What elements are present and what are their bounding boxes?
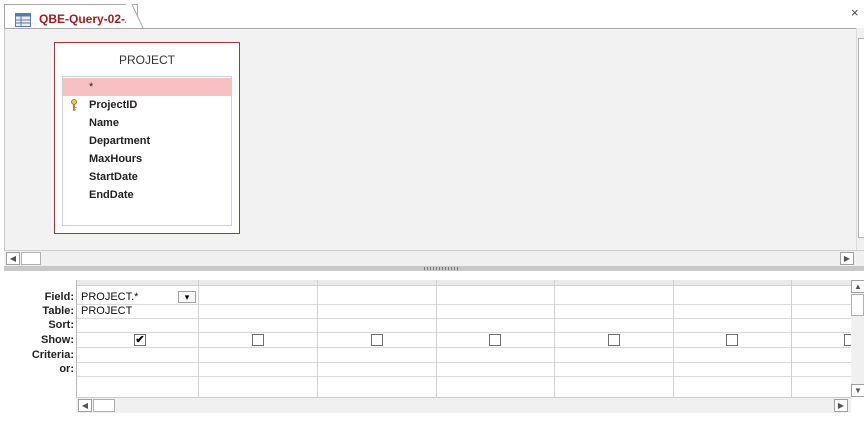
scrollbar-thumb[interactable] xyxy=(21,252,41,265)
show-checkbox[interactable]: ✔ xyxy=(134,334,146,346)
field-item-name[interactable]: Name xyxy=(63,114,231,132)
query-design-grid[interactable]: PROJECT.* ▾ PROJECT ✔ xyxy=(76,280,857,397)
design-pane-vertical-scrollbar[interactable] xyxy=(856,28,864,250)
grid-cell-table[interactable]: PROJECT xyxy=(81,304,132,318)
field-item-all[interactable]: * xyxy=(63,78,231,96)
table-title: PROJECT xyxy=(118,53,175,67)
row-label-table: Table: xyxy=(42,305,74,317)
field-item-projectid[interactable]: ProjectID xyxy=(63,96,231,114)
query-design-icon xyxy=(15,13,31,27)
scroll-up-icon[interactable]: ▲ xyxy=(851,280,864,293)
row-label-sort: Sort: xyxy=(48,319,74,331)
primary-key-icon xyxy=(71,99,77,111)
design-pane-horizontal-scrollbar[interactable]: ◀ ▶ xyxy=(4,250,864,266)
show-checkbox[interactable] xyxy=(489,334,501,346)
table-field-list-window[interactable]: PROJECT * ProjectID Name Department MaxH… xyxy=(54,42,240,234)
close-tab-button[interactable]: × xyxy=(851,5,859,20)
grid-vertical-scrollbar[interactable]: ▲ ▼ xyxy=(851,280,864,397)
field-item-startdate[interactable]: StartDate xyxy=(63,168,231,186)
show-checkbox[interactable] xyxy=(371,334,383,346)
show-checkbox[interactable] xyxy=(726,334,738,346)
tab-edge xyxy=(126,4,144,29)
column-selector-bar[interactable] xyxy=(77,280,857,286)
scrollbar-thumb[interactable] xyxy=(858,38,864,238)
scroll-right-icon[interactable]: ▶ xyxy=(840,252,854,265)
scroll-left-icon[interactable]: ◀ xyxy=(78,399,92,412)
scroll-right-icon[interactable]: ▶ xyxy=(834,399,848,412)
row-label-show: Show: xyxy=(41,334,74,346)
splitter-grip-icon[interactable] xyxy=(424,267,460,270)
scrollbar-thumb[interactable] xyxy=(93,399,115,412)
tab-query[interactable]: QBE-Query-02-A xyxy=(4,4,138,29)
scroll-down-icon[interactable]: ▼ xyxy=(851,384,864,397)
field-item-maxhours[interactable]: MaxHours xyxy=(63,150,231,168)
scroll-left-icon[interactable]: ◀ xyxy=(6,252,20,265)
field-item-enddate[interactable]: EndDate xyxy=(63,186,231,204)
row-label-field: Field: xyxy=(44,291,74,303)
field-label: ProjectID xyxy=(89,99,138,111)
scrollbar-thumb[interactable] xyxy=(851,294,864,316)
field-item-department[interactable]: Department xyxy=(63,132,231,150)
show-checkbox[interactable] xyxy=(608,334,620,346)
tab-label: QBE-Query-02-A xyxy=(39,12,134,26)
row-label-criteria: Criteria: xyxy=(31,349,74,361)
row-label-or: or: xyxy=(59,363,74,375)
chevron-down-icon[interactable]: ▾ xyxy=(178,291,196,303)
show-checkbox[interactable] xyxy=(252,334,264,346)
grid-horizontal-scrollbar[interactable]: ◀ ▶ xyxy=(76,397,851,413)
grid-cell-field[interactable]: PROJECT.* xyxy=(81,290,138,304)
field-list[interactable]: * ProjectID Name Department MaxHours Sta… xyxy=(62,76,232,226)
